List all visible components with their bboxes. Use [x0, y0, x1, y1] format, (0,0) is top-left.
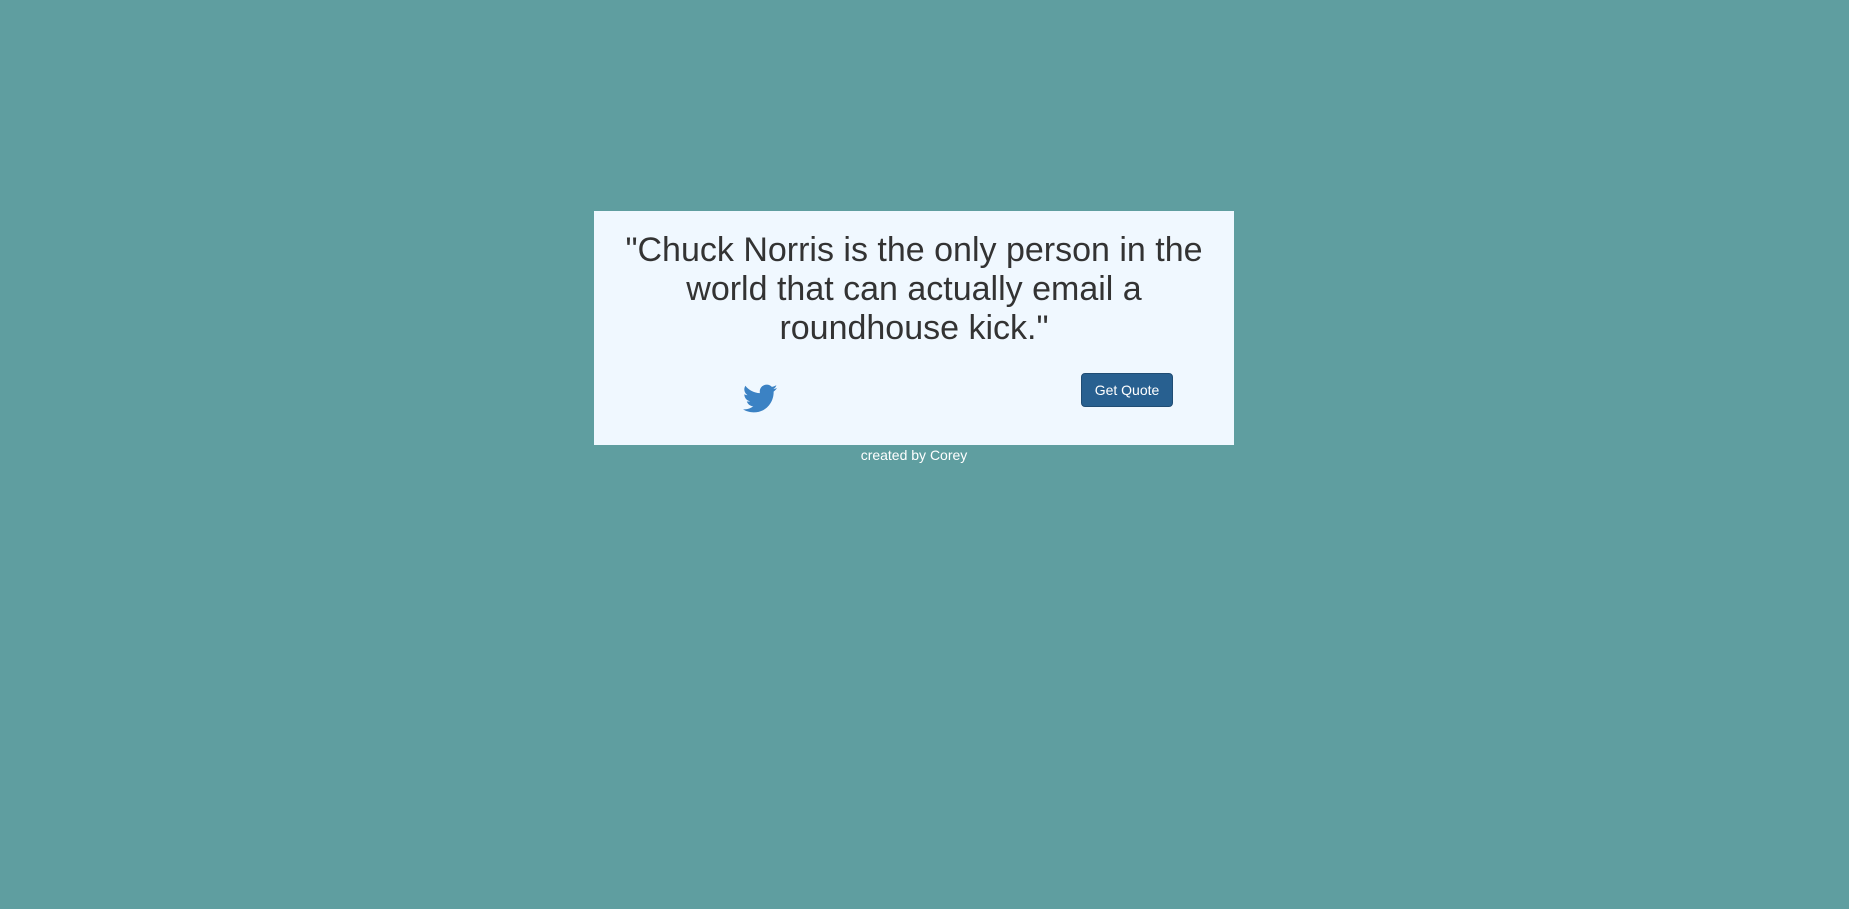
footer-credit: created by Corey [860, 447, 968, 463]
tweet-button[interactable] [743, 384, 778, 414]
twitter-icon [743, 384, 778, 413]
quote-card: "Chuck Norris is the only person in the … [594, 211, 1234, 445]
quote-text: "Chuck Norris is the only person in the … [625, 231, 1203, 347]
get-quote-button[interactable]: Get Quote [1081, 373, 1173, 407]
